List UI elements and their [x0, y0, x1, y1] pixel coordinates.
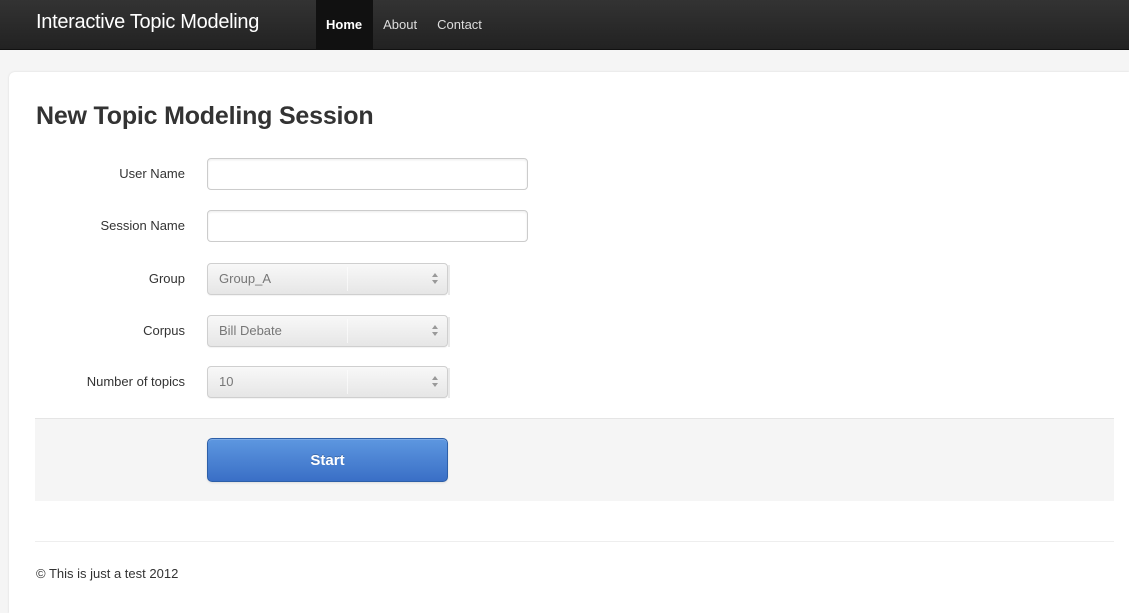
- select-edge: [448, 317, 450, 347]
- user-name-row: User Name: [9, 158, 1129, 190]
- page-title: New Topic Modeling Session: [36, 102, 374, 130]
- nav-menu: Home About Contact: [316, 0, 492, 50]
- corpus-row: Corpus Bill Debate: [9, 315, 1129, 347]
- navbar: Interactive Topic Modeling Home About Co…: [0, 0, 1129, 50]
- session-name-row: Session Name: [9, 210, 1129, 242]
- num-topics-select[interactable]: 10: [207, 366, 450, 398]
- select-edge: [448, 265, 450, 295]
- select-divider: [347, 267, 348, 291]
- brand-link[interactable]: Interactive Topic Modeling: [36, 11, 259, 34]
- group-label: Group: [148, 271, 185, 286]
- footer-divider: [35, 541, 1114, 542]
- num-topics-row: Number of topics 10: [9, 366, 1129, 398]
- num-topics-selected-value: 10: [219, 374, 234, 389]
- main-panel: New Topic Modeling Session User Name Ses…: [9, 72, 1129, 613]
- nav-item-home[interactable]: Home: [316, 0, 374, 50]
- nav-item-contact[interactable]: Contact: [427, 0, 492, 50]
- num-topics-label: Number of topics: [86, 374, 185, 389]
- session-name-input[interactable]: [207, 210, 528, 242]
- group-selected-value: Group_A: [219, 271, 272, 286]
- form-actions: Start: [35, 418, 1114, 501]
- footer-text: © This is just a test 2012: [36, 566, 179, 581]
- nav-item-about[interactable]: About: [373, 0, 427, 50]
- session-name-label: Session Name: [100, 218, 185, 233]
- group-row: Group Group_A: [9, 263, 1129, 295]
- group-select[interactable]: Group_A: [207, 263, 450, 295]
- select-arrows-icon: [431, 374, 439, 390]
- user-name-label: User Name: [119, 166, 185, 181]
- select-divider: [347, 370, 348, 394]
- select-divider: [347, 319, 348, 343]
- start-button[interactable]: Start: [207, 438, 448, 482]
- user-name-input[interactable]: [207, 158, 528, 190]
- corpus-select[interactable]: Bill Debate: [207, 315, 450, 347]
- corpus-selected-value: Bill Debate: [219, 323, 282, 338]
- select-arrows-icon: [431, 271, 439, 287]
- select-arrows-icon: [431, 323, 439, 339]
- select-edge: [448, 368, 450, 398]
- corpus-label: Corpus: [143, 323, 185, 338]
